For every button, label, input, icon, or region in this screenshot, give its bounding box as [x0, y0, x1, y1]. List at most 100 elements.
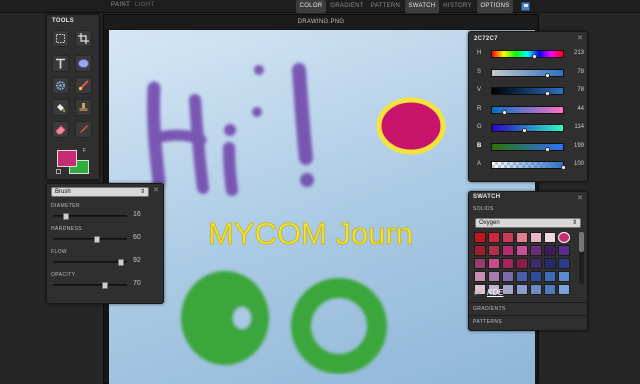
- swatch-cell[interactable]: [474, 271, 486, 282]
- slider-handle[interactable]: [545, 146, 551, 152]
- swatch-cell[interactable]: [558, 232, 570, 243]
- close-icon[interactable]: ✕: [577, 34, 583, 42]
- swatch-cell[interactable]: [530, 284, 542, 295]
- swatch-cell[interactable]: [544, 245, 556, 256]
- author-link[interactable]: KDE: [487, 288, 503, 297]
- channel-slider[interactable]: [491, 161, 566, 170]
- channel-slider[interactable]: [491, 124, 564, 133]
- hardness-slider[interactable]: [53, 236, 127, 243]
- fill-icon[interactable]: [52, 99, 69, 116]
- channel-label[interactable]: B: [477, 143, 481, 149]
- swatch-cell[interactable]: [516, 271, 528, 282]
- channel-value[interactable]: 78: [566, 69, 584, 75]
- slider-handle[interactable]: [502, 109, 508, 115]
- swatch-cell[interactable]: [544, 271, 556, 282]
- text-icon[interactable]: [52, 55, 69, 72]
- swatch-cell[interactable]: [516, 245, 528, 256]
- channel-slider[interactable]: [491, 87, 564, 96]
- slider-knob[interactable]: [118, 259, 125, 266]
- tab-pattern[interactable]: PATTERN: [368, 0, 403, 13]
- swatch-cell[interactable]: [558, 258, 570, 269]
- swatch-cell[interactable]: [502, 258, 514, 269]
- channel-value[interactable]: 100: [566, 161, 584, 167]
- opacity-slider[interactable]: [53, 282, 127, 289]
- channel-label[interactable]: V: [477, 87, 481, 93]
- swatch-cell[interactable]: [502, 284, 514, 295]
- swatch-cell[interactable]: [502, 271, 514, 282]
- swatch-cell[interactable]: [516, 284, 528, 295]
- gradients-section[interactable]: GRADIENTS: [473, 306, 506, 312]
- tab-options[interactable]: OPTIONS: [477, 0, 513, 13]
- channel-label[interactable]: H: [477, 50, 481, 56]
- primary-color-swatch[interactable]: [57, 150, 77, 167]
- flow-slider[interactable]: [53, 259, 127, 266]
- swatch-cell[interactable]: [558, 284, 570, 295]
- channel-label[interactable]: S: [477, 69, 481, 75]
- slider-handle[interactable]: [521, 128, 527, 133]
- swatch-cell[interactable]: [488, 232, 500, 243]
- mode-paint[interactable]: PAINT: [111, 2, 130, 8]
- swatch-set-select[interactable]: Oxygen ⇕: [475, 218, 581, 228]
- swatch-cell[interactable]: [516, 232, 528, 243]
- close-icon[interactable]: ✕: [577, 194, 583, 202]
- scrollbar-thumb[interactable]: [579, 232, 584, 252]
- swatch-cell[interactable]: [558, 271, 570, 282]
- channel-value[interactable]: 44: [566, 106, 584, 112]
- tab-gradient[interactable]: GRADIENT: [329, 0, 365, 13]
- slider-knob[interactable]: [94, 236, 101, 243]
- swatch-cell[interactable]: [558, 245, 570, 256]
- swatch-cell[interactable]: [544, 232, 556, 243]
- ellipse-icon[interactable]: [75, 55, 92, 72]
- slider-handle[interactable]: [545, 91, 551, 96]
- channel-slider[interactable]: [491, 50, 564, 59]
- stamp-icon[interactable]: [75, 99, 92, 116]
- swatch-cell[interactable]: [488, 258, 500, 269]
- channel-slider[interactable]: [491, 142, 564, 152]
- dropper-icon[interactable]: [75, 121, 92, 138]
- tab-history[interactable]: HISTORY: [441, 0, 474, 13]
- swatch-cell[interactable]: [544, 258, 556, 269]
- brush-preset-select[interactable]: Brush ⇕: [51, 187, 149, 197]
- brush-icon[interactable]: [75, 77, 92, 94]
- channel-label[interactable]: A: [477, 161, 481, 167]
- channel-slider[interactable]: [491, 105, 564, 115]
- tab-color[interactable]: COLOR: [296, 0, 326, 13]
- slider-handle[interactable]: [531, 54, 537, 59]
- swatch-cell[interactable]: [530, 232, 542, 243]
- diameter-slider[interactable]: [53, 213, 127, 220]
- close-icon[interactable]: ✕: [153, 186, 159, 194]
- swatch-cell[interactable]: [488, 245, 500, 256]
- mode-light[interactable]: LIGHT: [135, 2, 155, 8]
- swatch-cell[interactable]: [474, 258, 486, 269]
- channel-label[interactable]: R: [477, 106, 481, 112]
- tab-swatch[interactable]: SWATCH: [405, 0, 439, 13]
- swatch-cell[interactable]: [544, 284, 556, 295]
- channel-value[interactable]: 114: [566, 124, 584, 130]
- slider-handle[interactable]: [545, 72, 551, 78]
- eraser-icon[interactable]: [52, 121, 69, 138]
- channel-label[interactable]: G: [477, 124, 482, 130]
- swatch-cell[interactable]: [516, 258, 528, 269]
- channel-value[interactable]: 213: [566, 50, 584, 56]
- marquee-icon[interactable]: [52, 30, 69, 47]
- swatch-cell[interactable]: [530, 258, 542, 269]
- swatch-cell[interactable]: [488, 271, 500, 282]
- slider-knob[interactable]: [63, 213, 70, 220]
- swatch-cell[interactable]: [474, 245, 486, 256]
- swatch-cell[interactable]: [474, 232, 486, 243]
- swatch-scrollbar[interactable]: [579, 232, 584, 284]
- solids-section[interactable]: SOLIDS: [473, 206, 494, 212]
- channel-value[interactable]: 199: [566, 143, 584, 149]
- crop-icon[interactable]: [75, 30, 92, 47]
- swatch-cell[interactable]: [502, 232, 514, 243]
- swatch-cell[interactable]: [502, 245, 514, 256]
- swatch-cell[interactable]: [530, 271, 542, 282]
- reset-colors-icon[interactable]: [56, 169, 61, 174]
- settings-icon[interactable]: [52, 77, 69, 94]
- swap-colors-label[interactable]: F: [83, 148, 86, 154]
- patterns-section[interactable]: PATTERNS: [473, 319, 502, 325]
- channel-value[interactable]: 78: [566, 87, 584, 93]
- slider-knob[interactable]: [101, 282, 108, 289]
- swatch-cell[interactable]: [530, 245, 542, 256]
- save-icon[interactable]: [521, 2, 530, 11]
